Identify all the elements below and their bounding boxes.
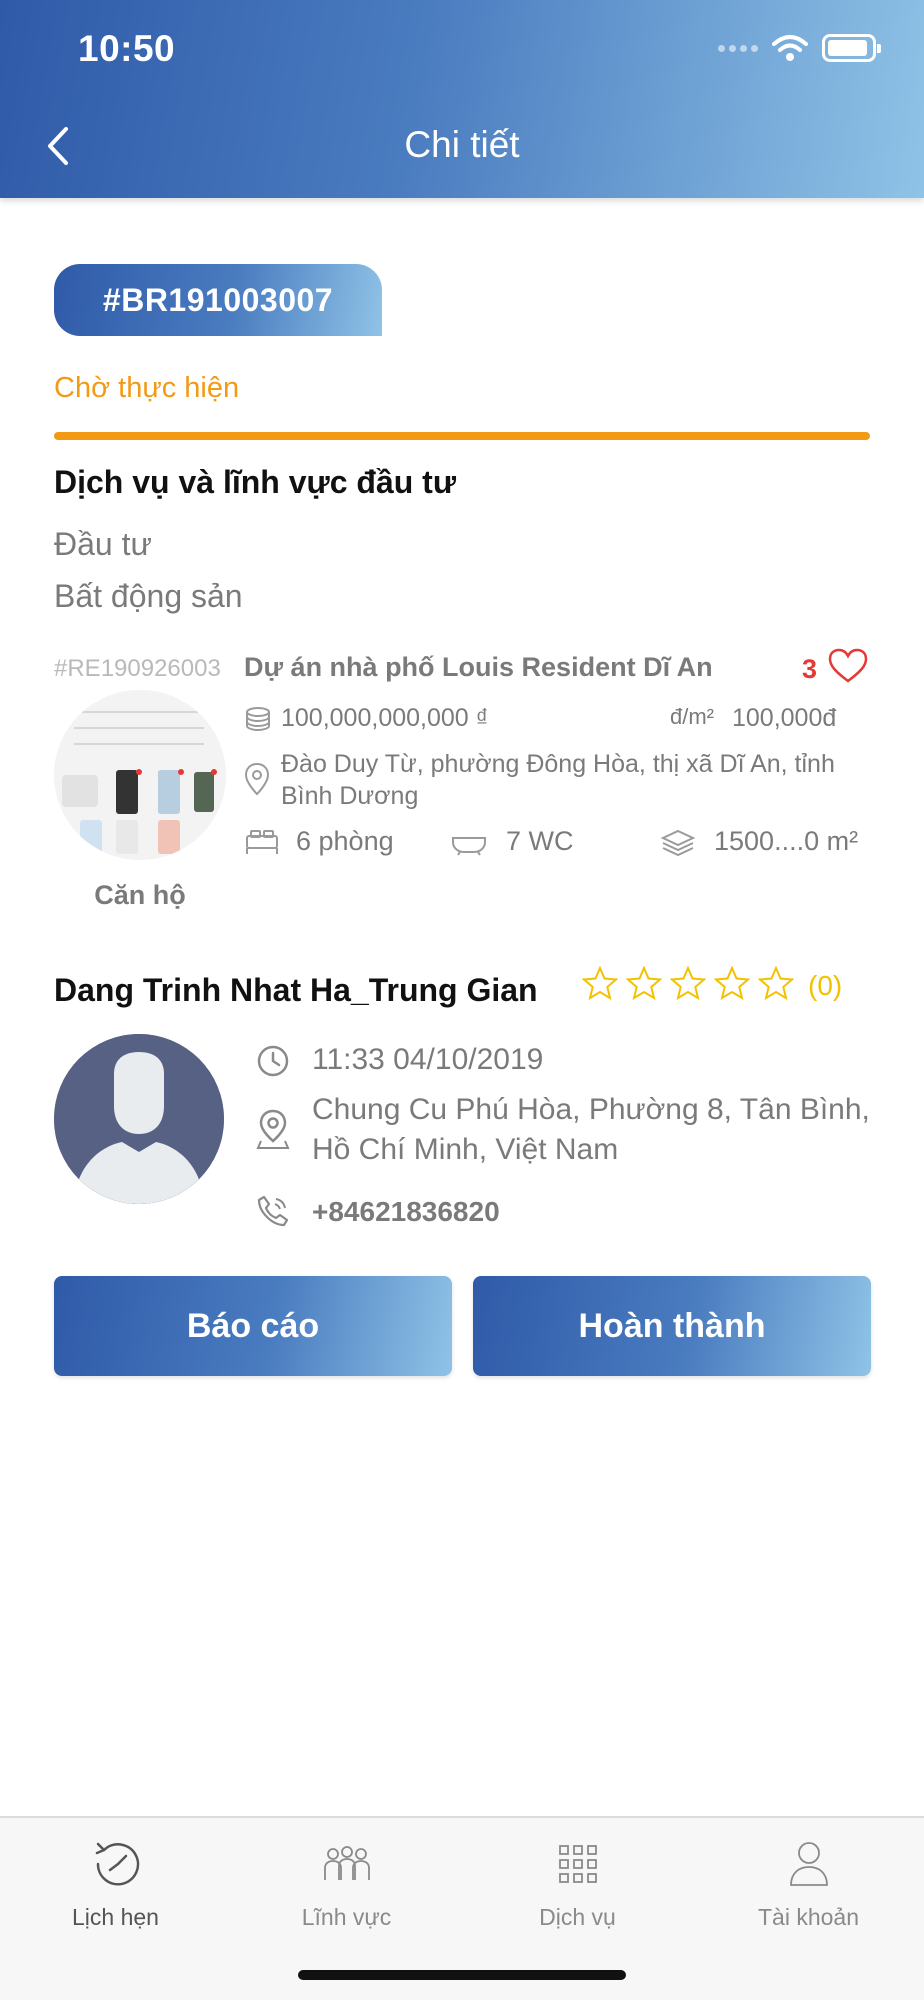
service-section-title: Dịch vụ và lĩnh vực đầu tư	[54, 464, 456, 500]
battery-icon	[822, 34, 881, 62]
clock-icon	[257, 1045, 289, 1077]
agent-address-line1: Chung Cu Phú Hòa, Phường 8, Tân Bình,	[312, 1093, 870, 1126]
heart-icon	[828, 648, 868, 683]
star-icon[interactable]	[626, 966, 662, 1000]
wifi-icon	[772, 35, 808, 61]
property-image	[54, 690, 226, 860]
unit-price: 100,000đ	[732, 704, 837, 732]
tab-dich-vu[interactable]: Dịch vụ	[462, 1834, 693, 1954]
property-title[interactable]: Dự án nhà phố Louis Resident Dĩ An	[244, 652, 713, 683]
property-type: Căn hộ	[94, 880, 186, 910]
star-icon[interactable]	[758, 966, 794, 1000]
property-price: 100,000,000,000 ₫	[281, 704, 489, 732]
grid-icon	[558, 1845, 597, 1883]
agent-name: Dang Trinh Nhat Ha_Trung Gian	[54, 972, 538, 1008]
status-progress-bar	[54, 432, 870, 440]
like-button[interactable]	[828, 648, 868, 689]
people-group-icon	[323, 1846, 370, 1880]
map-pin-icon	[256, 1109, 290, 1149]
property-code: #RE190926003	[54, 655, 221, 682]
property-address-line1: Đào Duy Từ, phường Đông Hòa, thị xã Dĩ A…	[281, 750, 835, 778]
star-icon[interactable]	[582, 966, 618, 1000]
property-address-line2: Bình Dương	[281, 782, 419, 810]
bed-icon	[246, 830, 278, 854]
property-wc: 7 WC	[506, 826, 574, 856]
like-count: 3	[802, 654, 818, 684]
property-thumbnail[interactable]	[54, 690, 226, 860]
tab-label: Dịch vụ	[539, 1904, 616, 1930]
status-time: 10:50	[78, 28, 176, 69]
user-icon	[789, 1842, 828, 1886]
phone-icon	[257, 1195, 289, 1227]
avatar	[54, 1034, 224, 1204]
avatar-placeholder-icon	[54, 1034, 224, 1204]
service-line: Đầu tư	[54, 526, 152, 562]
agent-address-line2: Hồ Chí Minh, Việt Nam	[312, 1133, 619, 1166]
tab-tai-khoan[interactable]: Tài khoản	[693, 1834, 924, 1954]
agent-phone[interactable]: +84621836820	[312, 1196, 500, 1228]
unit-price-label: đ/m²	[670, 704, 714, 729]
coins-icon	[246, 707, 270, 732]
location-pin-icon	[244, 762, 270, 796]
rating-stars[interactable]	[582, 966, 794, 1000]
status-icons	[718, 34, 881, 62]
property-rooms: 6 phòng	[296, 826, 394, 856]
star-icon[interactable]	[670, 966, 706, 1000]
tab-linh-vuc[interactable]: Lĩnh vực	[231, 1834, 462, 1954]
signal-icon	[718, 44, 758, 52]
tab-label: Tài khoản	[757, 1904, 859, 1930]
tab-lich-hen[interactable]: Lịch hẹn	[0, 1834, 231, 1954]
clock-history-icon	[95, 1842, 139, 1886]
star-icon[interactable]	[714, 966, 750, 1000]
rating-count: (0)	[808, 970, 843, 1001]
booking-status: Chờ thực hiện	[54, 372, 240, 404]
complete-button[interactable]: Hoàn thành	[473, 1276, 871, 1376]
service-line: Bất động sản	[54, 578, 243, 614]
tab-label: Lĩnh vực	[301, 1904, 392, 1930]
bathtub-icon	[452, 837, 486, 856]
tab-label: Lịch hẹn	[72, 1904, 159, 1930]
property-area: 1500....0 m²	[714, 826, 859, 856]
app-header: 10:50 Chi tiết	[0, 0, 924, 198]
page-title: Chi tiết	[404, 124, 520, 165]
home-indicator	[298, 1970, 626, 1980]
area-layers-icon	[660, 829, 696, 857]
appointment-datetime: 11:33 04/10/2019	[312, 1043, 544, 1076]
booking-code-tag: #BR191003007	[54, 264, 382, 336]
report-button[interactable]: Báo cáo	[54, 1276, 452, 1376]
